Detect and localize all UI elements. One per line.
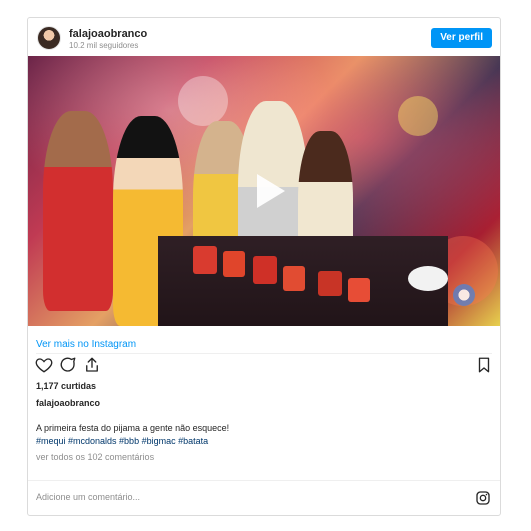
instagram-post-card: falajoaobranco 10.2 mil seguidores Ver p…	[27, 17, 501, 516]
fries-box	[283, 266, 305, 291]
stage-light	[178, 76, 228, 126]
comment-input[interactable]: Adicione um comentário...	[36, 492, 140, 502]
comment-icon[interactable]	[59, 356, 77, 374]
post-caption: A primeira festa do pijama a gente não e…	[36, 423, 230, 433]
party-guest	[43, 111, 113, 311]
post-header: falajoaobranco 10.2 mil seguidores Ver p…	[28, 18, 500, 56]
fries-box	[348, 278, 370, 302]
likes-count[interactable]: 1,177 curtidas	[36, 381, 96, 391]
fries-box	[318, 271, 342, 296]
more-on-instagram-link[interactable]: Ver mais no Instagram	[36, 339, 136, 350]
stage-light	[398, 96, 438, 136]
followers-count: 10.2 mil seguidores	[69, 41, 139, 50]
divider	[36, 353, 492, 354]
post-media[interactable]	[28, 56, 500, 326]
post-author[interactable]: falajoaobranco	[36, 398, 100, 408]
bookmark-icon[interactable]	[475, 356, 493, 374]
post-actions	[35, 356, 493, 380]
fries-box	[193, 246, 217, 274]
broadcast-logo	[453, 284, 475, 306]
play-icon[interactable]	[246, 168, 292, 214]
profile-avatar[interactable]	[37, 26, 61, 50]
share-icon[interactable]	[83, 356, 101, 374]
fries-box	[223, 251, 245, 277]
view-comments-link[interactable]: ver todos os 102 comentários	[36, 452, 154, 462]
fries-box	[253, 256, 277, 284]
post-hashtags[interactable]: #mequi #mcdonalds #bbb #bigmac #batata	[36, 436, 208, 446]
comment-bar: Adicione um comentário...	[28, 480, 500, 515]
view-profile-button[interactable]: Ver perfil	[431, 28, 492, 48]
tray	[408, 266, 448, 291]
instagram-icon[interactable]	[475, 490, 491, 506]
profile-username[interactable]: falajoaobranco	[69, 28, 147, 40]
heart-icon[interactable]	[35, 356, 53, 374]
